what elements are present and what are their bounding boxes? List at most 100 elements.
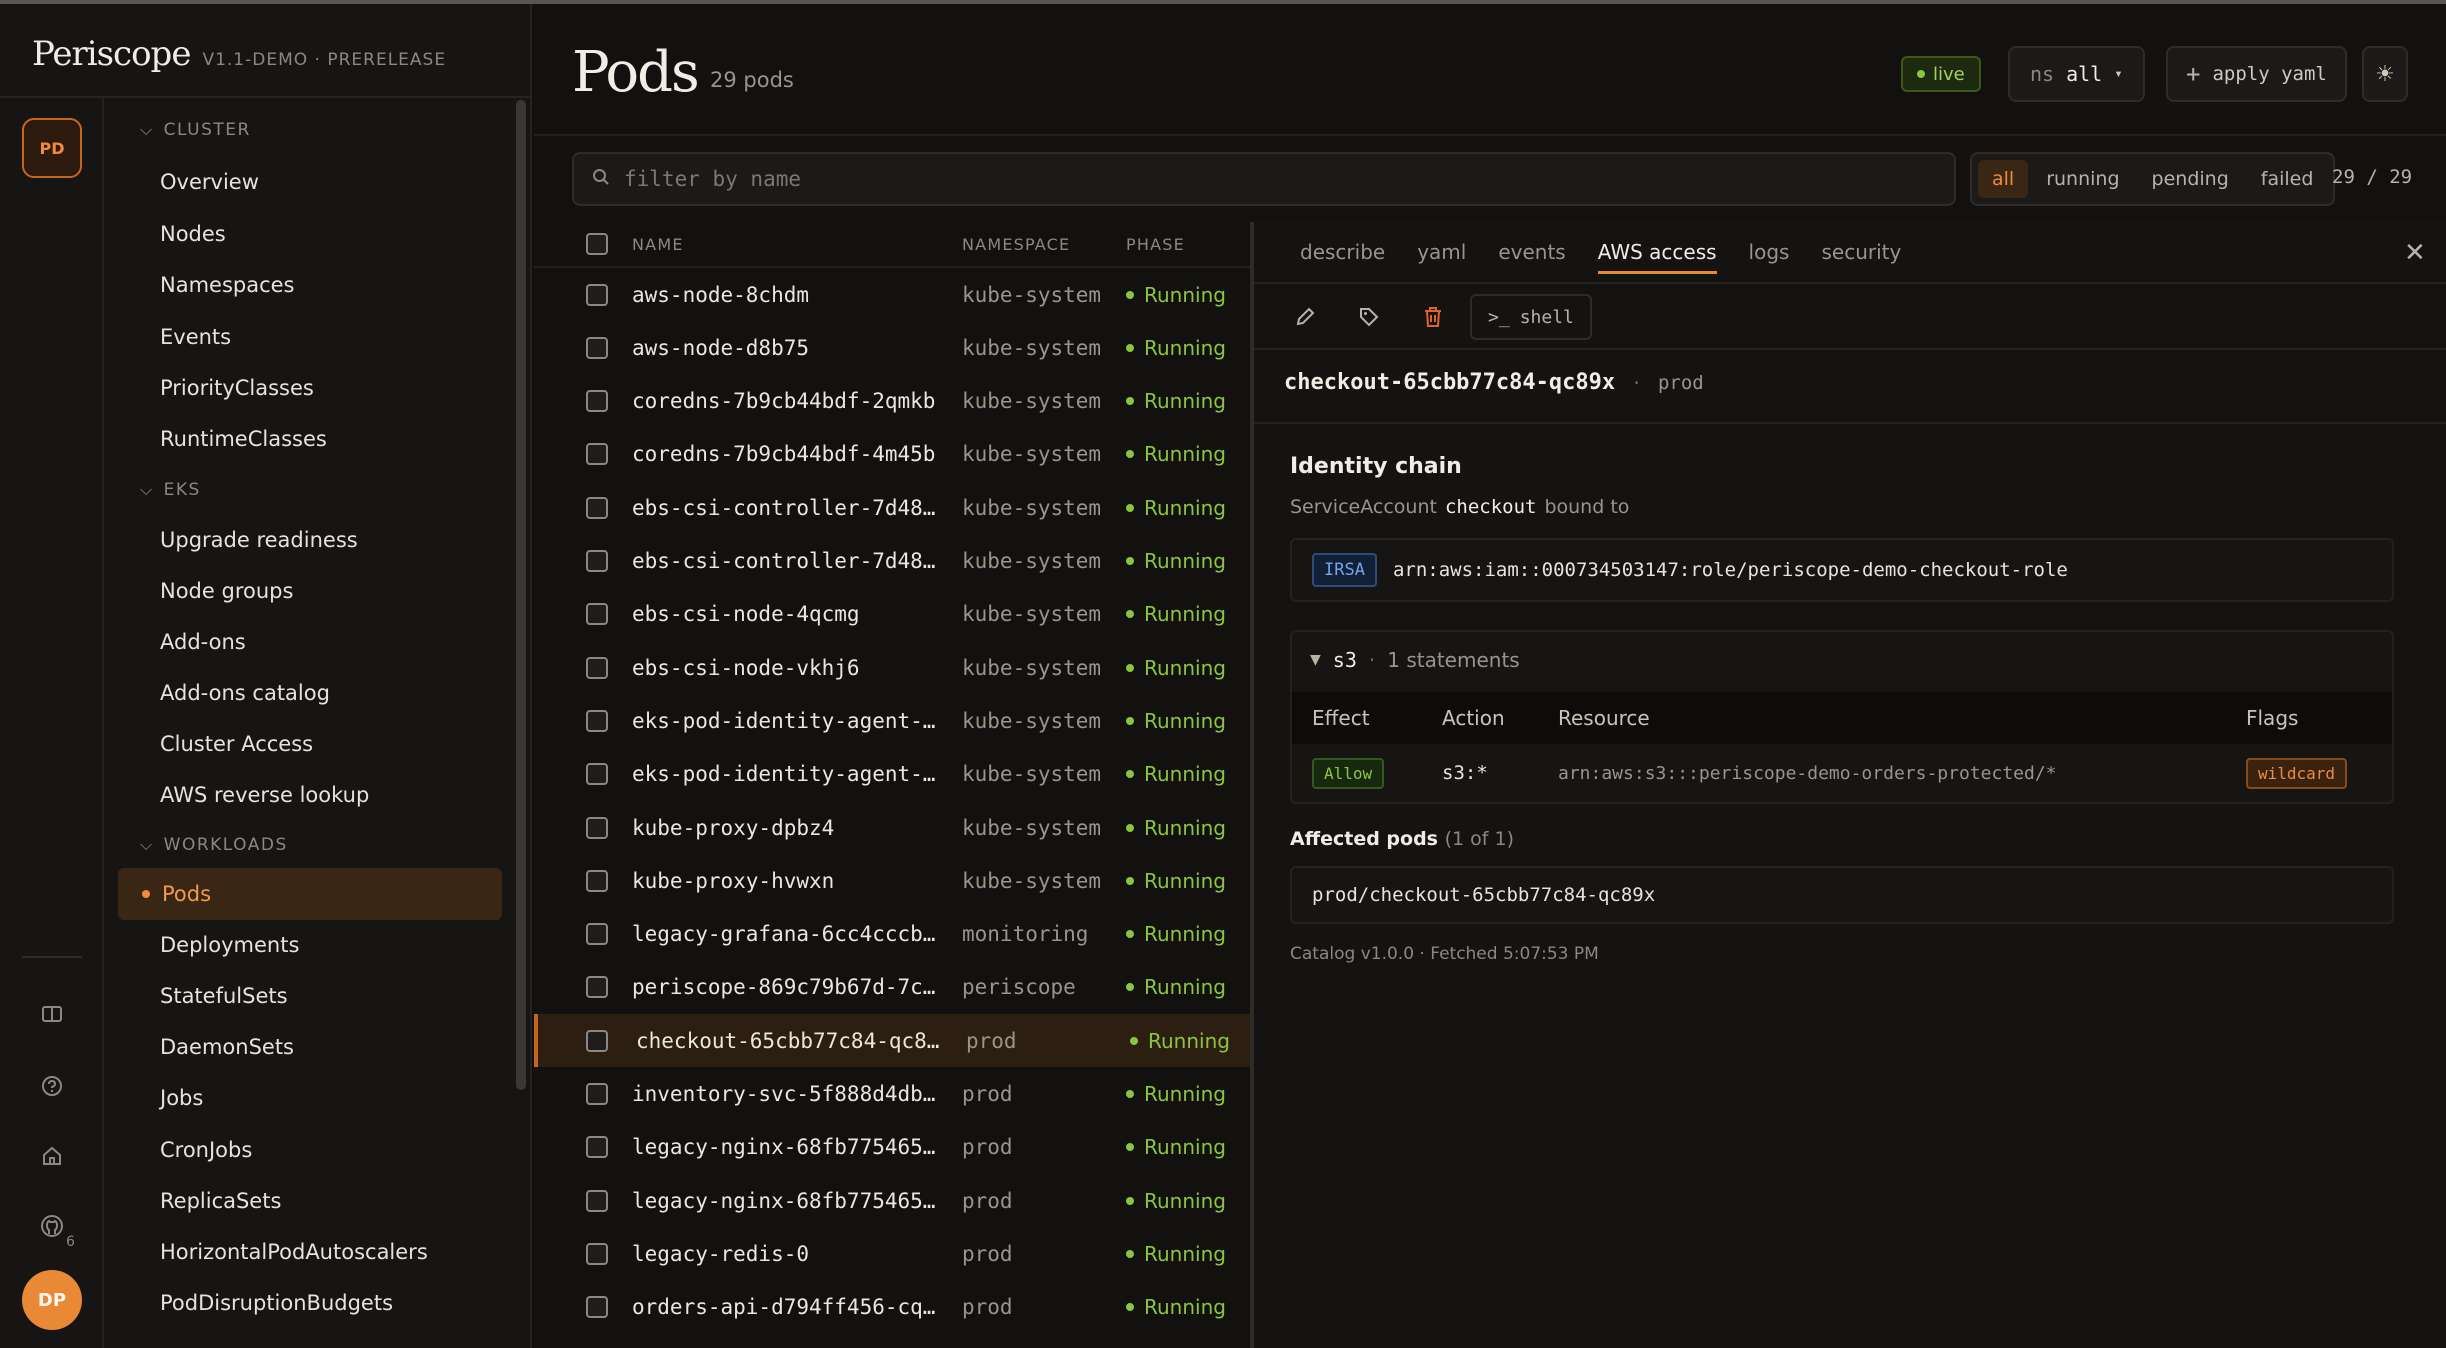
row-checkbox[interactable] — [586, 1189, 608, 1212]
cluster-context-badge[interactable]: PD — [22, 118, 82, 178]
filter-all[interactable]: all — [1978, 160, 2029, 198]
filter-running[interactable]: running — [2032, 160, 2133, 198]
table-row[interactable]: legacy-redis-0 prod Running — [534, 1227, 1250, 1280]
delete-trash-icon[interactable] — [1406, 293, 1460, 341]
row-checkbox[interactable] — [586, 550, 608, 572]
table-row[interactable]: aws-node-d8b75 kube-system Running — [534, 321, 1250, 374]
user-avatar[interactable]: DP — [22, 1270, 82, 1330]
table-row[interactable]: coredns-7b9cb44bdf-2qmkb kube-system Runni… — [534, 375, 1250, 428]
table-row[interactable]: ebs-csi-controller-7d48… kube-system Runni… — [534, 535, 1250, 588]
row-checkbox[interactable] — [586, 283, 608, 306]
nav-section-cluster[interactable]: ⌵ CLUSTER — [140, 120, 251, 140]
role-arn[interactable]: arn:aws:iam::000734503147:role/periscope… — [1393, 559, 2068, 581]
status-dot — [1126, 343, 1134, 352]
row-checkbox[interactable] — [586, 496, 608, 519]
table-row[interactable]: eks-pod-identity-agent-… kube-system Runni… — [534, 694, 1250, 747]
row-checkbox[interactable] — [586, 603, 608, 626]
nav-item-add-ons-catalog[interactable]: Add-ons catalog — [118, 667, 502, 719]
service-account-name[interactable]: checkout — [1445, 496, 1537, 518]
table-row[interactable]: legacy-grafana-6cc4cccb… monitoring Runnin… — [534, 908, 1250, 961]
row-checkbox[interactable] — [586, 390, 608, 413]
row-checkbox[interactable] — [586, 1296, 608, 1319]
table-row[interactable]: ebs-csi-node-vkhj6 kube-system Running — [534, 641, 1250, 694]
table-row[interactable]: ebs-csi-node-4qcmg kube-system Running — [534, 588, 1250, 641]
theme-toggle-sun-icon[interactable]: ☀ — [2362, 46, 2408, 102]
table-row[interactable]: periscope-869c79b67d-7c… periscope Running — [534, 961, 1250, 1014]
nav-item-runtimeclasses[interactable]: RuntimeClasses — [118, 413, 502, 465]
nav-item-statefulsets[interactable]: StatefulSets — [118, 970, 502, 1022]
table-row[interactable]: kube-proxy-dpbz4 kube-system Running — [534, 801, 1250, 854]
nav-section-workloads[interactable]: ⌵ WORKLOADS — [140, 835, 288, 855]
nav-item-deployments[interactable]: Deployments — [118, 919, 502, 971]
nav-item-add-ons[interactable]: Add-ons — [118, 616, 502, 668]
column-namespace[interactable]: NAMESPACE — [962, 235, 1126, 254]
row-checkbox[interactable] — [586, 656, 608, 679]
book-icon[interactable] — [26, 988, 78, 1040]
apply-yaml-button[interactable]: + apply yaml — [2166, 46, 2347, 102]
nav-item-jobs[interactable]: Jobs — [118, 1072, 502, 1124]
nav-item-upgrade-readiness[interactable]: Upgrade readiness — [118, 514, 502, 566]
table-row[interactable]: legacy-nginx-68fb775465… prod Running — [534, 1121, 1250, 1174]
search-input[interactable] — [624, 167, 1924, 191]
tab-security[interactable]: security — [1805, 222, 1917, 282]
row-checkbox[interactable] — [586, 763, 608, 786]
sidebar-scrollbar[interactable] — [516, 100, 526, 1090]
tab-yaml[interactable]: yaml — [1401, 222, 1482, 282]
live-indicator[interactable]: live — [1901, 56, 1981, 92]
table-row[interactable]: orders-api-d794ff456-cq… prod Running — [534, 1281, 1250, 1334]
filter-pending[interactable]: pending — [2138, 160, 2243, 198]
nav-item-poddisruptionbudgets[interactable]: PodDisruptionBudgets — [118, 1277, 502, 1329]
row-checkbox[interactable] — [586, 1029, 608, 1052]
filter-failed[interactable]: failed — [2247, 160, 2328, 198]
edit-pencil-icon[interactable] — [1278, 293, 1332, 341]
table-row[interactable]: checkout-65cbb77c84-qc8… prod Running — [534, 1014, 1250, 1068]
nav-item-horizontalpodautoscalers[interactable]: HorizontalPodAutoscalers — [118, 1226, 502, 1278]
close-icon[interactable]: ✕ — [2404, 238, 2426, 268]
table-row[interactable]: inventory-svc-5f888d4db… prod Running — [534, 1068, 1250, 1121]
tab-aws-access[interactable]: AWS access — [1582, 222, 1733, 282]
row-checkbox[interactable] — [586, 869, 608, 892]
tab-describe[interactable]: describe — [1284, 222, 1401, 282]
row-checkbox[interactable] — [586, 443, 608, 466]
nav-section-eks[interactable]: ⌵ EKS — [140, 480, 201, 500]
select-all-checkbox[interactable] — [586, 233, 608, 255]
home-icon[interactable] — [26, 1130, 78, 1182]
tab-logs[interactable]: logs — [1733, 222, 1806, 282]
shell-button[interactable]: >_ shell — [1470, 294, 1592, 340]
nav-item-aws-reverse-lookup[interactable]: AWS reverse lookup — [118, 769, 502, 821]
column-name[interactable]: NAME — [632, 235, 962, 254]
nav-item-nodes[interactable]: Nodes — [118, 208, 502, 260]
help-icon[interactable] — [26, 1060, 78, 1112]
tab-events[interactable]: events — [1482, 222, 1581, 282]
namespace-selector[interactable]: ns all ▾ — [2008, 46, 2145, 102]
nav-item-daemonsets[interactable]: DaemonSets — [118, 1021, 502, 1073]
nav-item-cluster-access[interactable]: Cluster Access — [118, 718, 502, 770]
nav-item-overview[interactable]: Overview — [118, 156, 502, 208]
nav-item-priorityclasses[interactable]: PriorityClasses — [118, 362, 502, 414]
policy-header[interactable]: ▼ s3 · 1 statements — [1310, 648, 1520, 672]
table-row[interactable]: kube-proxy-hvwxn kube-system Running — [534, 854, 1250, 907]
nav-item-namespaces[interactable]: Namespaces — [118, 259, 502, 311]
row-checkbox[interactable] — [586, 976, 608, 999]
row-checkbox[interactable] — [586, 1083, 608, 1105]
table-row[interactable]: eks-pod-identity-agent-… kube-system Runni… — [534, 748, 1250, 801]
table-row[interactable]: legacy-nginx-68fb775465… prod Running — [534, 1174, 1250, 1227]
table-row[interactable]: ebs-csi-controller-7d48… kube-system Runni… — [534, 481, 1250, 534]
nav-item-node-groups[interactable]: Node groups — [118, 565, 502, 617]
nav-item-replicasets[interactable]: ReplicaSets — [118, 1175, 502, 1227]
row-checkbox[interactable] — [586, 923, 608, 946]
row-checkbox[interactable] — [586, 336, 608, 359]
shell-label: shell — [1519, 306, 1574, 328]
row-checkbox[interactable] — [586, 1136, 608, 1159]
nav-item-cronjobs[interactable]: CronJobs — [118, 1124, 502, 1176]
column-phase[interactable]: PHASE — [1126, 235, 1185, 254]
nav-item-events[interactable]: Events — [118, 311, 502, 363]
table-row[interactable]: aws-node-8chdm kube-system Running — [534, 268, 1250, 321]
row-checkbox[interactable] — [586, 816, 608, 839]
row-checkbox[interactable] — [586, 709, 608, 732]
affected-pod-item[interactable]: prod/checkout-65cbb77c84-qc89x — [1290, 866, 2394, 924]
row-checkbox[interactable] — [586, 1242, 608, 1265]
table-row[interactable]: coredns-7b9cb44bdf-4m45b kube-system Runni… — [534, 428, 1250, 481]
label-tag-icon[interactable] — [1342, 293, 1396, 341]
nav-item-pods[interactable]: Pods — [118, 868, 502, 920]
